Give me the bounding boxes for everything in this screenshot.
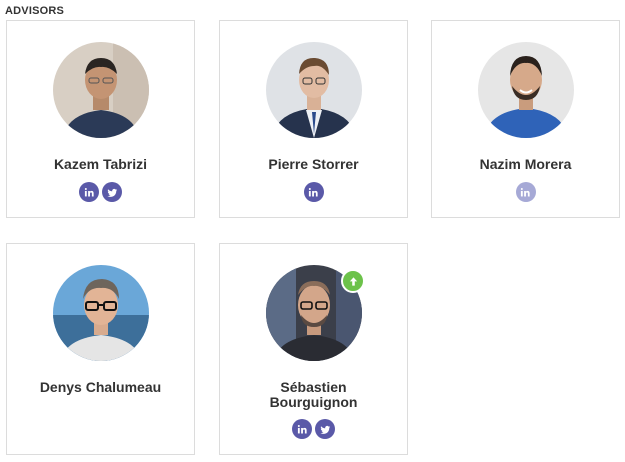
social-links: [220, 182, 407, 202]
advisor-name: Nazim Morera: [479, 156, 572, 172]
advisor-name-line2: Bourguignon: [269, 394, 358, 410]
advisor-card: Denys Chalumeau: [6, 243, 195, 455]
linkedin-icon[interactable]: [292, 419, 312, 439]
social-links: [7, 182, 194, 202]
advisor-name: Denys Chalumeau: [39, 379, 162, 395]
advisor-name: Sébastien Bourguignon: [220, 380, 407, 410]
advisor-name: Kazem Tabrizi: [53, 156, 148, 172]
advisor-card: Kazem Tabrizi: [6, 20, 195, 218]
advisor-card: Sébastien Bourguignon: [219, 243, 408, 455]
avatar: [477, 42, 574, 138]
linkedin-icon[interactable]: [303, 182, 324, 202]
avatar: [52, 42, 149, 138]
arrow-up-icon: [341, 269, 365, 293]
social-links: [220, 419, 407, 439]
advisor-card: Nazim Morera: [431, 20, 620, 218]
social-links: [432, 182, 619, 202]
avatar: [52, 265, 149, 361]
linkedin-icon[interactable]: [79, 182, 99, 202]
advisor-name-line1: Sébastien: [280, 379, 347, 395]
linkedin-icon[interactable]: [515, 182, 536, 202]
twitter-icon[interactable]: [315, 419, 335, 439]
twitter-icon[interactable]: [102, 182, 122, 202]
avatar: [265, 42, 362, 138]
advisor-name: Pierre Storrer: [268, 156, 359, 172]
section-title: ADVISORS: [5, 5, 65, 17]
advisor-card: Pierre Storrer: [219, 20, 408, 218]
